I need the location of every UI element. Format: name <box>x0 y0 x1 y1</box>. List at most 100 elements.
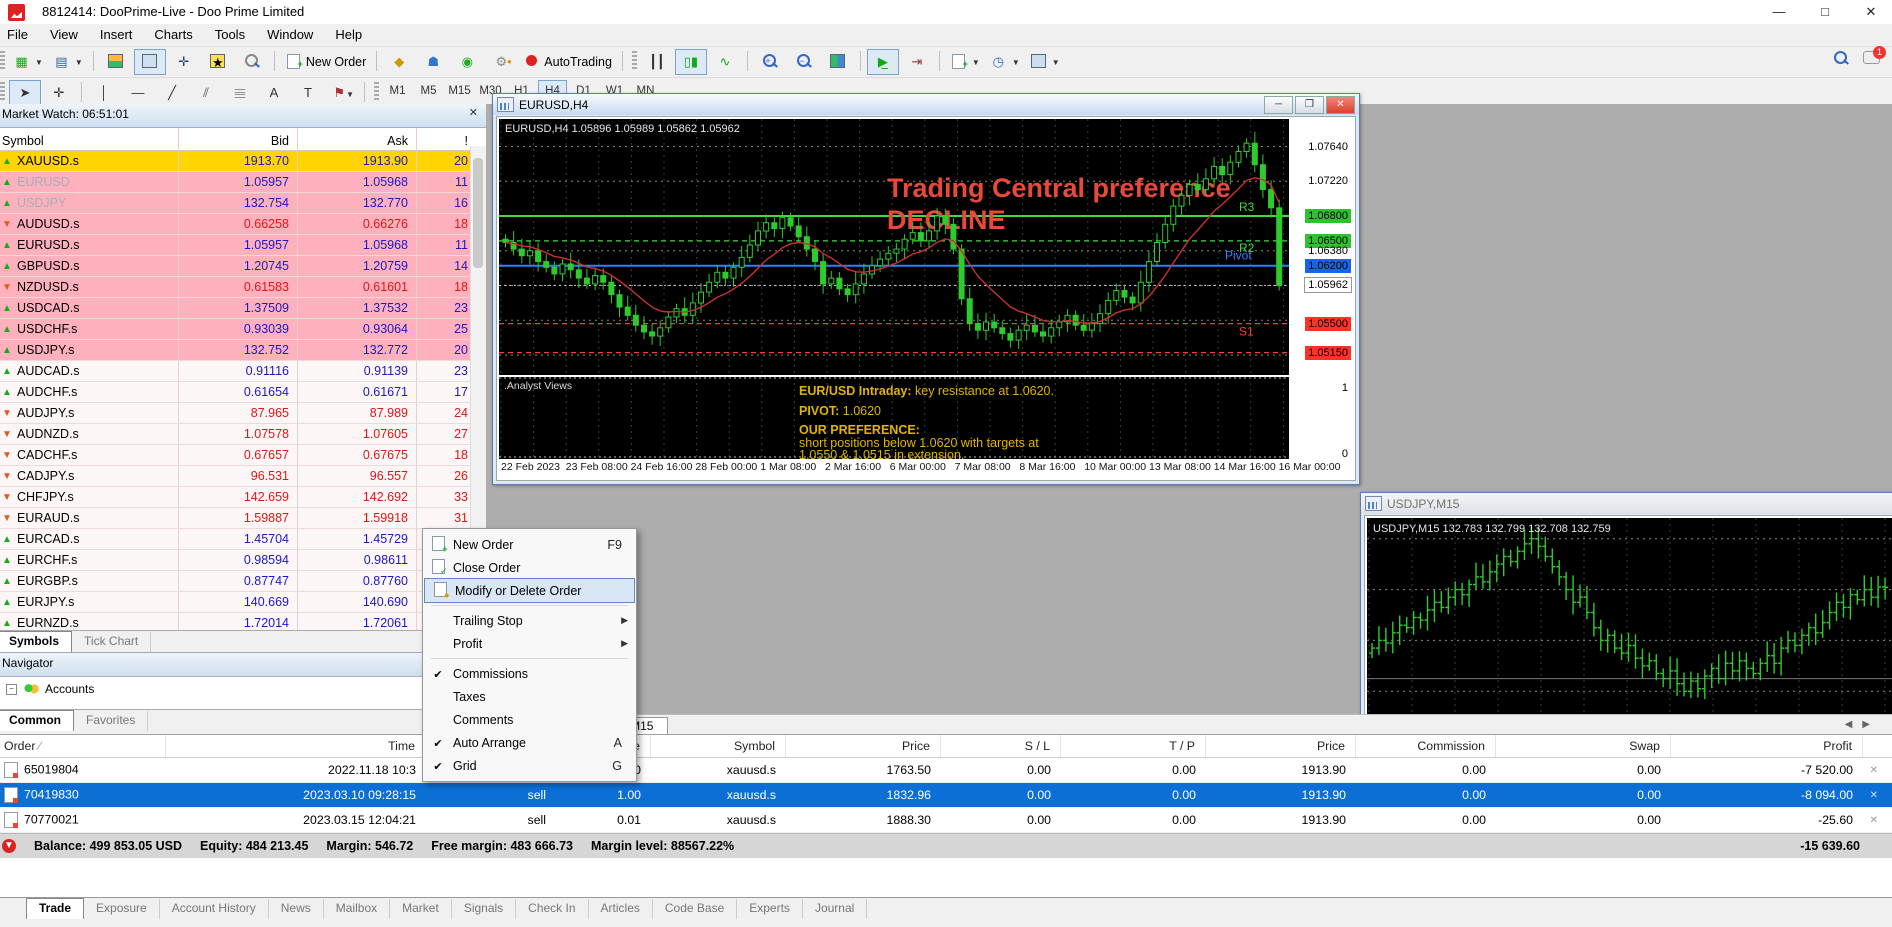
market-watch-row-audnzd.s[interactable]: ▼AUDNZD.s1.075781.0760527 <box>0 424 486 445</box>
navigator-toggle-icon[interactable]: ✛ <box>168 49 200 75</box>
close-order-icon[interactable]: ✕ <box>1863 790 1888 801</box>
terminal-toggle-icon[interactable]: ★ <box>202 49 234 75</box>
context-menu-item-profit[interactable]: Profit▶ <box>423 632 636 655</box>
search-icon[interactable] <box>1834 51 1847 67</box>
market-watch-row-audcad.s[interactable]: ▲AUDCAD.s0.911160.9113923 <box>0 361 486 382</box>
orders-col-price[interactable]: Price <box>1206 735 1356 757</box>
market-watch-row-cadjpy.s[interactable]: ▼CADJPY.s96.53196.55726 <box>0 466 486 487</box>
market-watch-row-chfjpy.s[interactable]: ▼CHFJPY.s142.659142.69233 <box>0 487 486 508</box>
deposit-icon[interactable]: ◆ <box>383 49 415 75</box>
market-watch-row-eurcad.s[interactable]: ▲EURCAD.s1.457041.45729 <box>0 529 486 550</box>
nav-tab-common[interactable]: Common <box>0 710 74 731</box>
signals-icon[interactable]: ◉ <box>451 49 483 75</box>
market-watch-close-icon[interactable]: ✕ <box>469 106 478 119</box>
zoom-out-icon[interactable]: − <box>788 49 820 75</box>
fibonacci-tool-icon[interactable]: 𝄙 <box>224 80 256 106</box>
text-tool-icon[interactable]: A <box>258 80 290 106</box>
crosshair-tool-icon[interactable]: ✛ <box>43 80 75 106</box>
context-menu-item-comments[interactable]: Comments <box>423 708 636 731</box>
order-row-70419830[interactable]: 704198302023.03.10 09:28:15sell1.00xauus… <box>0 783 1892 808</box>
timeframe-m1[interactable]: M1 <box>383 80 412 102</box>
context-menu-item-taxes[interactable]: Taxes <box>423 685 636 708</box>
usdjpy-price-pane[interactable]: USDJPY,M15 132.783 132.799 132.708 132.7… <box>1367 518 1892 714</box>
market-watch-row-audjpy.s[interactable]: ▼AUDJPY.s87.96587.98924 <box>0 403 486 424</box>
autotrading-button[interactable]: AutoTrading <box>519 49 616 75</box>
market-watch-row-cadchf.s[interactable]: ▼CADCHF.s0.676570.6767518 <box>0 445 486 466</box>
order-row-65019804[interactable]: 650198042022.11.18 10:30.50xauusd.s1763.… <box>0 758 1892 783</box>
terminal-tab-signals[interactable]: Signals <box>452 899 516 919</box>
market-watch-row-usdcad.s[interactable]: ▲USDCAD.s1.375091.3753223 <box>0 298 486 319</box>
chart-shift-icon[interactable]: ⇥ <box>901 49 933 75</box>
templates-button[interactable]: ▼ <box>1026 49 1064 75</box>
market-watch-row-euraud.s[interactable]: ▼EURAUD.s1.598871.5991831 <box>0 508 486 529</box>
context-menu-item-commissions[interactable]: ✔Commissions <box>423 662 636 685</box>
notifications-icon[interactable]: 1 <box>1863 51 1880 67</box>
context-menu-item-trailing-stop[interactable]: Trailing Stop▶ <box>423 609 636 632</box>
webtrader-icon[interactable]: ☗ <box>417 49 449 75</box>
market-watch-row-nzdusd.s[interactable]: ▼NZDUSD.s0.615830.6160118 <box>0 277 486 298</box>
close-order-icon[interactable]: ✕ <box>1863 765 1888 776</box>
market-watch-row-usdjpy[interactable]: ▲USDJPY132.754132.77016 <box>0 193 486 214</box>
terminal-tab-account-history[interactable]: Account History <box>160 899 269 919</box>
mw-tab-symbols[interactable]: Symbols <box>0 631 72 652</box>
terminal-tab-trade[interactable]: Trade <box>26 898 84 919</box>
horizontal-line-tool-icon[interactable]: — <box>122 80 154 106</box>
context-menu-item-modify-or-delete-order[interactable]: Modify or Delete Order <box>425 579 634 602</box>
chart-close-button[interactable]: ✕ <box>1326 96 1355 114</box>
chart-minimize-button[interactable]: ─ <box>1264 96 1293 114</box>
menu-file[interactable]: File <box>0 24 39 45</box>
terminal-tab-exposure[interactable]: Exposure <box>84 899 160 919</box>
chart-restore-button[interactable]: ❐ <box>1295 96 1324 114</box>
context-menu-item-auto-arrange[interactable]: ✔Auto ArrangeA <box>423 731 636 754</box>
menu-tools[interactable]: Tools <box>204 24 256 45</box>
bar-chart-icon[interactable]: ┃┃ <box>641 49 673 75</box>
new-order-button[interactable]: New Order <box>281 49 370 75</box>
close-order-icon[interactable]: ✕ <box>1863 815 1888 826</box>
chart-usdjpy-client[interactable]: USDJPY,M15 132.783 132.799 132.708 132.7… <box>1364 515 1892 716</box>
context-menu-item-close-order[interactable]: Close Order <box>423 556 636 579</box>
tile-windows-icon[interactable] <box>822 49 854 75</box>
orders-col-profit[interactable]: Profit <box>1671 735 1863 757</box>
terminal-tab-experts[interactable]: Experts <box>737 899 803 919</box>
periods-button[interactable]: ◷▼ <box>986 49 1024 75</box>
orders-col-price[interactable]: Price <box>786 735 941 757</box>
timeframe-m5[interactable]: M5 <box>414 80 443 102</box>
market-watch-row-eurusd.s[interactable]: ▲EURUSD.s1.059571.0596811 <box>0 235 486 256</box>
menu-insert[interactable]: Insert <box>89 24 144 45</box>
market-watch-row-eurusd[interactable]: ▲EURUSD1.059571.0596811 <box>0 172 486 193</box>
mw-col-ask[interactable]: Ask <box>297 128 416 150</box>
chart-eurusd-titlebar[interactable]: EURUSD,H4 ─ ❐ ✕ <box>493 94 1359 115</box>
terminal-tab-mailbox[interactable]: Mailbox <box>324 899 390 919</box>
terminal-tab-check-in[interactable]: Check In <box>516 899 588 919</box>
terminal-tab-market[interactable]: Market <box>390 899 452 919</box>
mw-col-symbol[interactable]: Symbol <box>0 128 178 150</box>
timeframe-m15[interactable]: M15 <box>445 80 474 102</box>
mw-col-bid[interactable]: Bid <box>178 128 297 150</box>
tab-scroll-arrows[interactable]: ◀▶ <box>1845 719 1880 730</box>
profiles-button[interactable]: ▤▼ <box>49 49 87 75</box>
tree-expand-icon[interactable]: − <box>6 684 17 695</box>
market-watch-row-xauusd.s[interactable]: ▲XAUUSD.s1913.701913.9020 <box>0 151 486 172</box>
market-watch-row-usdchf.s[interactable]: ▲USDCHF.s0.930390.9306425 <box>0 319 486 340</box>
mql-settings-icon[interactable]: ⚙● <box>485 49 517 75</box>
terminal-tab-code-base[interactable]: Code Base <box>653 899 737 919</box>
cursor-tool-icon[interactable]: ➤ <box>9 80 41 106</box>
market-watch-row-audchf.s[interactable]: ▲AUDCHF.s0.616540.6167117 <box>0 382 486 403</box>
menu-help[interactable]: Help <box>324 24 373 45</box>
menu-window[interactable]: Window <box>256 24 324 45</box>
chart-usdjpy-titlebar[interactable]: USDJPY,M15 <box>1361 493 1892 514</box>
col-order[interactable]: Order <box>4 739 35 753</box>
candlestick-chart-icon[interactable]: ▯▮ <box>675 49 707 75</box>
market-watch-row-eurchf.s[interactable]: ▲EURCHF.s0.985940.98611 <box>0 550 486 571</box>
minimize-button[interactable]: — <box>1756 0 1802 24</box>
orders-col-swap[interactable]: Swap <box>1496 735 1671 757</box>
market-watch-row-gbpusd.s[interactable]: ▲GBPUSD.s1.207451.2075914 <box>0 256 486 277</box>
maximize-button[interactable]: □ <box>1802 0 1848 24</box>
auto-scroll-icon[interactable]: ▶̲ <box>867 49 899 75</box>
menu-charts[interactable]: Charts <box>143 24 203 45</box>
indicators-button[interactable]: ▼ <box>946 49 984 75</box>
market-watch-toggle-icon[interactable] <box>100 49 132 75</box>
zoom-in-icon[interactable]: + <box>754 49 786 75</box>
chart-eurusd-client[interactable]: Trading Central preferenceDECLINER3R2Piv… <box>496 116 1356 481</box>
vertical-line-tool-icon[interactable]: │ <box>88 80 120 106</box>
